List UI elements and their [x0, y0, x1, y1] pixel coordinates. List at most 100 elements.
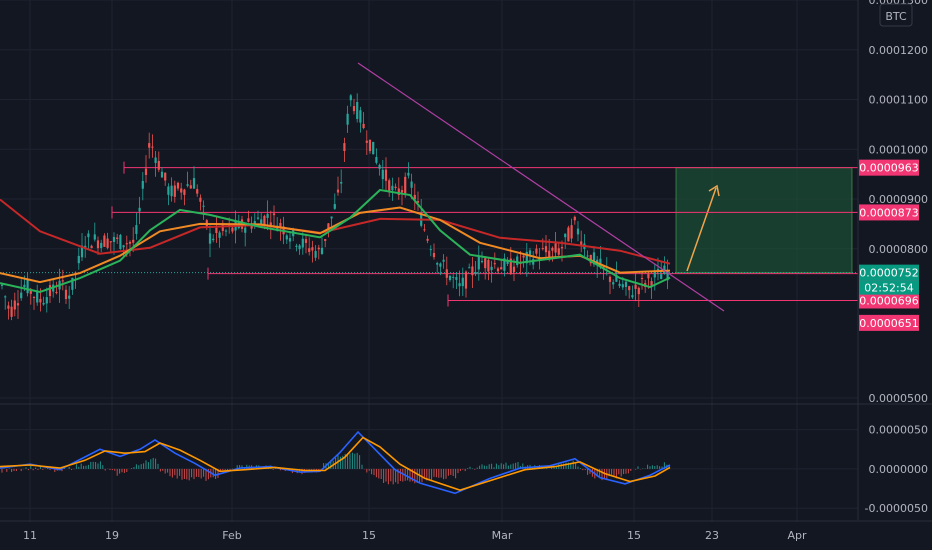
candle-body	[23, 284, 26, 288]
candle-body	[116, 237, 119, 239]
candle-body	[560, 246, 564, 249]
candle-body	[656, 268, 660, 270]
candle-body	[576, 228, 580, 235]
candle-body	[541, 248, 544, 250]
candle-body	[122, 245, 125, 248]
candle-body	[477, 256, 480, 270]
candle-body	[439, 263, 442, 267]
candle-body	[474, 272, 477, 275]
candle-body	[68, 295, 71, 299]
x-tick-label: Apr	[787, 529, 807, 542]
candle-body	[45, 297, 48, 304]
candle-body	[138, 207, 141, 212]
candle-body	[212, 238, 215, 241]
candle-body	[621, 284, 624, 288]
chart-canvas[interactable]: 11 19 Feb 15 Mar 15 23 Apr0.00013000.00012000.0…	[0, 0, 932, 550]
candle-body	[132, 239, 135, 243]
y-tick-label: 0.0001200	[869, 44, 929, 57]
candle-body	[407, 172, 410, 176]
candle-body	[320, 247, 324, 254]
y-tick-label: 0.0001000	[869, 143, 929, 156]
candle-body	[160, 171, 164, 178]
currency-label: BTC	[885, 10, 907, 23]
candle-body	[365, 140, 368, 143]
candle-body	[314, 250, 317, 258]
candle-body	[77, 255, 80, 264]
candle-body	[400, 190, 404, 193]
x-tick-label: Mar	[492, 529, 513, 542]
candle-body	[554, 243, 557, 253]
candle-body	[493, 263, 496, 265]
candle-body	[272, 213, 276, 216]
candle-body	[192, 178, 196, 189]
candle-body	[381, 169, 384, 180]
candle-body	[208, 233, 212, 244]
candle-body	[448, 275, 452, 281]
candle-body	[487, 259, 490, 272]
candle-body	[471, 266, 474, 276]
target-zone[interactable]	[675, 167, 853, 274]
y-tick-label: 0.0000800	[869, 243, 929, 256]
osc-tick-label: 0.0000050	[869, 424, 929, 437]
candle-body	[173, 185, 176, 197]
candle-body	[336, 189, 340, 193]
candle-body	[528, 250, 532, 255]
candle-body	[346, 113, 349, 125]
countdown-label: 02:52:54	[864, 282, 913, 295]
level-badge-label: 0.0000873	[859, 206, 919, 219]
candle-body	[103, 235, 106, 247]
candle-body	[452, 276, 455, 278]
candle-body	[7, 305, 10, 309]
candle-body	[93, 234, 96, 240]
target-layer[interactable]	[675, 167, 853, 274]
candle-body	[631, 295, 634, 298]
candle-body	[436, 263, 439, 265]
candle-body	[308, 248, 311, 252]
candle-body	[429, 249, 432, 251]
candle-body	[119, 234, 122, 249]
candle-body	[551, 247, 554, 251]
candle-body	[180, 188, 183, 193]
candle-body	[154, 157, 157, 164]
candle-body	[423, 229, 426, 231]
candle-body	[311, 247, 314, 251]
candle-body	[490, 266, 493, 271]
candle-body	[512, 266, 516, 273]
candle-body	[285, 235, 288, 240]
candle-body	[196, 189, 199, 194]
candle-body	[199, 197, 202, 202]
candle-body	[480, 260, 484, 263]
candle-body	[464, 271, 468, 289]
candle-body	[570, 225, 573, 239]
x-tick-label: 23	[705, 529, 719, 542]
candle-body	[269, 222, 272, 226]
candle-body	[384, 169, 388, 181]
candle-body	[410, 181, 413, 188]
candle-body	[266, 213, 269, 218]
candle-body	[368, 139, 372, 152]
candle-body	[157, 160, 160, 170]
candle-body	[202, 205, 205, 207]
candle-body	[343, 143, 346, 152]
candle-body	[618, 283, 621, 286]
candle-body	[442, 259, 445, 262]
candle-body	[151, 146, 154, 148]
candle-body	[484, 258, 487, 269]
candle-body	[317, 247, 320, 250]
x-tick-label: 19	[105, 529, 119, 542]
level-badge-label: 0.0000963	[859, 162, 919, 175]
candle-body	[608, 276, 612, 282]
x-tick-label: 11	[23, 529, 37, 542]
candle-body	[244, 227, 247, 233]
candle-body	[32, 297, 36, 299]
candle-body	[170, 185, 173, 197]
candle-body	[295, 245, 298, 247]
candle-body	[624, 281, 628, 287]
candle-body	[148, 143, 151, 148]
candle-body	[647, 273, 650, 279]
candle-body	[304, 239, 308, 243]
candle-body	[394, 186, 397, 189]
candle-body	[61, 280, 64, 282]
candle-body	[87, 233, 90, 238]
candle-body	[48, 285, 52, 297]
